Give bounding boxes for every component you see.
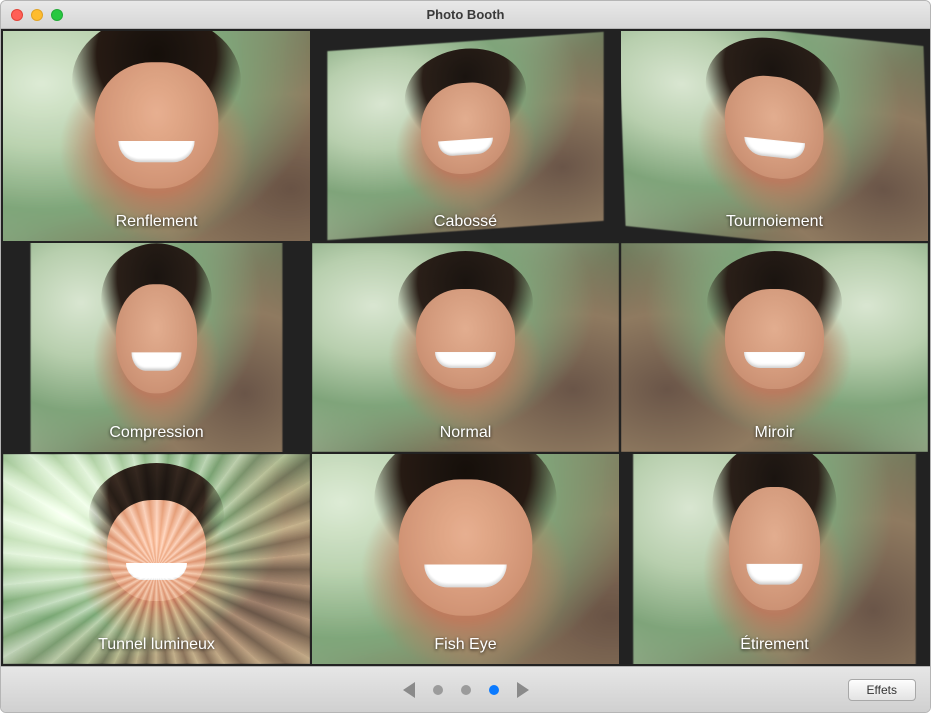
effect-cell-mirror[interactable]: Miroir: [621, 243, 928, 453]
effects-pager: [1, 682, 930, 698]
effect-preview: [312, 243, 619, 453]
maximize-icon[interactable]: [51, 9, 63, 21]
app-window: Photo Booth RenflementCabosséTournoiemen…: [0, 0, 931, 713]
effect-cell-squeeze[interactable]: Compression: [3, 243, 310, 453]
pager-next-icon[interactable]: [517, 682, 529, 698]
traffic-lights: [1, 9, 63, 21]
effects-content: RenflementCabosséTournoiement Compression…: [1, 29, 930, 666]
effects-grid: RenflementCabosséTournoiement Compression…: [3, 31, 928, 664]
pager-prev-icon[interactable]: [403, 682, 415, 698]
window-title: Photo Booth: [1, 7, 930, 22]
effect-preview: [312, 454, 619, 664]
effect-cell-fisheye[interactable]: Fish Eye: [312, 454, 619, 664]
titlebar: Photo Booth: [1, 1, 930, 29]
pager-dot-0[interactable]: [433, 685, 443, 695]
effects-button[interactable]: Effets: [848, 679, 916, 701]
close-icon[interactable]: [11, 9, 23, 21]
effect-preview: [633, 454, 915, 664]
minimize-icon[interactable]: [31, 9, 43, 21]
pager-dot-2[interactable]: [489, 685, 499, 695]
effect-cell-light[interactable]: Tunnel lumineux: [3, 454, 310, 664]
effect-preview: [3, 31, 310, 241]
effect-preview: [327, 32, 603, 240]
effect-cell-dent[interactable]: Cabossé: [312, 31, 619, 241]
effect-preview: [3, 454, 310, 664]
effect-cell-twirl[interactable]: Tournoiement: [621, 31, 928, 241]
effect-preview: [621, 31, 928, 241]
effect-preview: [31, 243, 283, 453]
bottombar: Effets: [1, 666, 930, 712]
effect-preview: [621, 243, 928, 453]
effect-cell-normal[interactable]: Normal: [312, 243, 619, 453]
effect-cell-bulge[interactable]: Renflement: [3, 31, 310, 241]
pager-dot-1[interactable]: [461, 685, 471, 695]
effect-cell-stretch[interactable]: Étirement: [621, 454, 928, 664]
